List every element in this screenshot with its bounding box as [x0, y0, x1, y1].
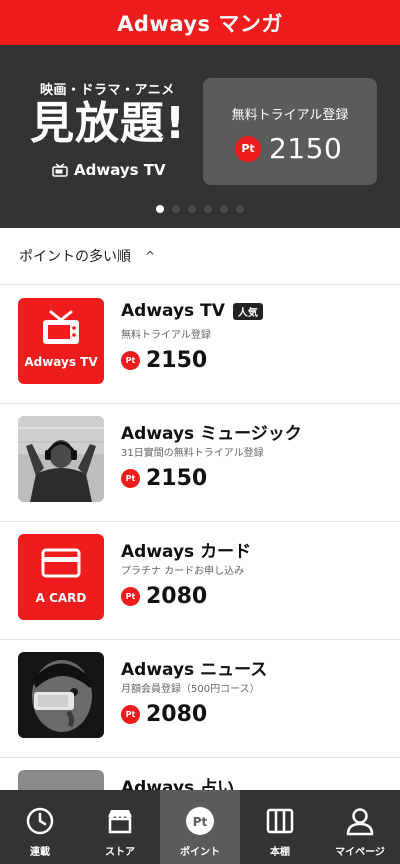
offer-points: Pt 2080: [121, 702, 207, 727]
thumbnail-label: Adways TV: [24, 355, 98, 369]
tv-icon: [52, 163, 68, 177]
tab-bookshelf[interactable]: 本棚: [240, 790, 320, 864]
popular-badge: 人気: [232, 302, 263, 320]
tab-label: 連載: [30, 847, 50, 858]
carousel-dot[interactable]: [188, 205, 196, 213]
pt-badge-icon: Pt: [235, 135, 261, 162]
tab-serial[interactable]: 連載: [0, 790, 80, 864]
tab-label: 本棚: [270, 847, 290, 858]
trial-points: Pt 2150: [235, 132, 342, 165]
sort-selector[interactable]: ポイントの多い順 ^: [0, 228, 400, 285]
carousel-dot[interactable]: [156, 205, 164, 213]
chevron-up-icon: ^: [145, 249, 156, 263]
carousel-dot[interactable]: [236, 205, 244, 213]
tab-points[interactable]: Pt ポイント: [160, 790, 240, 864]
tab-mypage[interactable]: マイページ: [320, 790, 400, 864]
offer-title: Adways TV 人気: [121, 301, 263, 321]
offer-title: Adways ニュース: [121, 655, 267, 680]
offer-list: Adways TV Adways TV 人気 無料トライアル登録 Pt 2150: [0, 286, 400, 864]
list-item[interactable]: A CARD Adways カード プラチナ カードお申し込み Pt 2080: [0, 522, 400, 640]
tab-label: マイページ: [335, 847, 385, 858]
carousel-dot[interactable]: [220, 205, 228, 213]
store-icon: [107, 810, 133, 834]
trial-signup-card[interactable]: 無料トライアル登録 Pt 2150: [203, 78, 377, 185]
points-value: 2080: [146, 584, 208, 609]
headphones-person-photo: [18, 416, 104, 502]
pt-badge-icon: Pt: [121, 351, 140, 370]
credit-card-icon: [41, 548, 81, 578]
offer-thumbnail: Adways TV: [18, 298, 104, 384]
offer-points: Pt 2150: [121, 466, 207, 491]
clock-icon: [26, 807, 54, 835]
banner-subtitle: 映画・ドラマ・アニメ: [40, 83, 175, 98]
trial-label: 無料トライアル登録: [231, 108, 349, 123]
list-item[interactable]: Adways ニュース 月額会員登録（500円コース） Pt 2080: [0, 640, 400, 758]
offer-thumbnail: [18, 652, 104, 738]
offer-name: Adways TV: [121, 301, 225, 321]
banner-headline: 見放題!: [30, 98, 187, 149]
app-header: Adways マンガ: [0, 0, 400, 45]
offer-name: Adways カード: [121, 542, 252, 562]
thumbnail-label: A CARD: [35, 591, 87, 605]
points-value: 2150: [146, 348, 208, 373]
list-item[interactable]: Adways ミュージック 31日實間の無料トライアル登録 Pt 2150: [0, 404, 400, 522]
offer-title: Adways カード: [121, 537, 251, 562]
points-value: 2150: [146, 466, 208, 491]
carousel-dots[interactable]: [0, 205, 400, 213]
banner-service-name: Adways TV: [74, 161, 166, 179]
offer-name: Adways ミュージック: [121, 424, 302, 444]
bookshelf-icon: [266, 808, 294, 834]
pt-badge-icon: Pt: [121, 587, 140, 606]
offer-name: Adways ニュース: [121, 660, 268, 680]
child-with-phone-photo: [18, 652, 104, 738]
offer-points: Pt 2150: [121, 348, 207, 373]
app-logo: Adways マンガ: [117, 11, 283, 36]
carousel-dot[interactable]: [172, 205, 180, 213]
tab-store[interactable]: ストア: [80, 790, 160, 864]
points-icon-text: Pt: [193, 815, 208, 829]
user-icon: [346, 808, 374, 836]
offer-description: 無料トライアル登録: [121, 330, 211, 341]
list-item[interactable]: Adways TV Adways TV 人気 無料トライアル登録 Pt 2150: [0, 286, 400, 404]
sort-label: ポイントの多い順: [19, 249, 131, 265]
banner-service: Adways TV: [52, 161, 166, 179]
pt-badge-icon: Pt: [121, 705, 140, 724]
tab-label: ストア: [105, 847, 135, 858]
offer-thumbnail: A CARD: [18, 534, 104, 620]
offer-points: Pt 2080: [121, 584, 207, 609]
offer-description: 31日實間の無料トライアル登録: [121, 448, 264, 459]
offer-description: プラチナ カードお申し込み: [121, 566, 245, 577]
tab-label: ポイント: [180, 847, 220, 858]
pt-badge-icon: Pt: [121, 469, 140, 488]
points-value: 2080: [146, 702, 208, 727]
bottom-tab-bar: 連載 ストア Pt ポイント 本棚 マイページ: [0, 790, 400, 864]
points-icon: Pt: [186, 807, 214, 835]
trial-points-value: 2150: [269, 132, 343, 165]
carousel-dot[interactable]: [204, 205, 212, 213]
promo-banner[interactable]: 映画・ドラマ・アニメ 見放題! Adways TV 無料トライアル登録 Pt 2…: [0, 45, 400, 228]
tv-icon: [43, 310, 79, 344]
offer-description: 月額会員登録（500円コース）: [121, 684, 260, 695]
offer-thumbnail: [18, 416, 104, 502]
offer-title: Adways ミュージック: [121, 419, 302, 444]
